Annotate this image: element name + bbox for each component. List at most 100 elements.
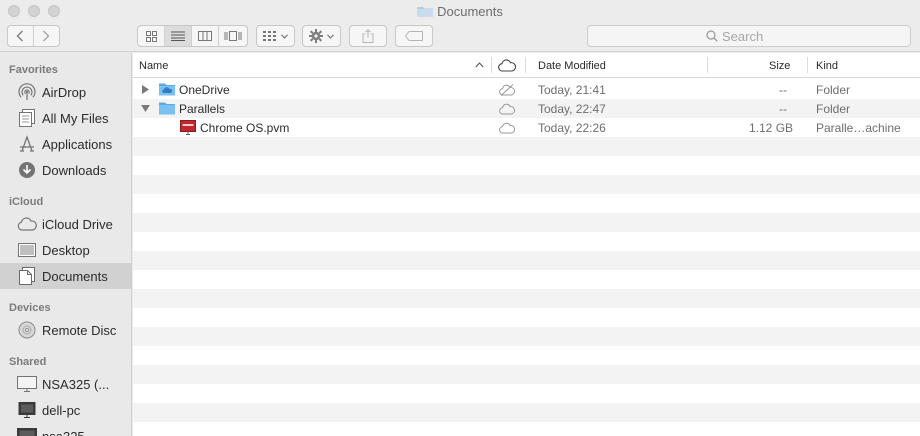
file-list: Name Date Modified Size Kind OneDrive To… [133,53,920,436]
empty-row [133,327,920,346]
empty-row [133,384,920,403]
sidebar-item-nsa325[interactable]: nsa325 [0,423,131,436]
file-kind: Folder [816,83,851,97]
list-view-button[interactable] [165,26,192,46]
file-kind: Folder [816,102,851,116]
disclosure-right-icon[interactable] [142,85,149,94]
sidebar-section-icloud: iCloud [9,196,44,208]
disc-icon [17,320,37,340]
folder-icon [159,83,175,96]
column-header-date-modified[interactable]: Date Modified [538,60,606,72]
folder-icon [159,102,175,115]
arrange-grid-icon [263,31,276,41]
sidebar-item-label: nsa325 [42,428,85,436]
cloud-slashed-icon [499,84,515,96]
gear-icon [309,29,323,43]
sidebar-item-icloud-drive[interactable]: iCloud Drive [0,211,131,237]
table-row[interactable]: OneDrive Today, 21:41 -- Folder [133,80,920,99]
column-divider[interactable] [525,57,526,73]
column-divider[interactable] [491,57,492,73]
file-size: -- [779,83,787,97]
sidebar-item-airdrop[interactable]: AirDrop [0,79,131,105]
empty-row [133,156,920,175]
sidebar-item-applications[interactable]: Applications [0,131,131,157]
sidebar-item-label: NSA325 (... [42,376,110,392]
file-name: Chrome OS.pvm [200,121,290,135]
cloud-icon [499,103,515,115]
empty-row [133,213,920,232]
file-name: OneDrive [179,83,230,97]
disclosure-down-icon[interactable] [141,105,150,112]
sidebar-item-label: All My Files [42,110,109,126]
icloud-status-column-icon[interactable] [498,59,516,72]
search-field[interactable] [587,25,911,47]
share-button[interactable] [349,25,387,47]
sidebar-section-shared: Shared [9,356,47,368]
empty-row [133,251,920,270]
sidebar-item-label: Desktop [42,242,90,258]
table-row[interactable]: Parallels Today, 22:47 -- Folder [133,99,920,118]
list-lines-icon [171,31,185,41]
empty-row [133,175,920,194]
desktop-icon [17,240,37,260]
chevron-left-icon [16,30,24,42]
pc-icon [17,400,37,420]
empty-row [133,365,920,384]
forward-button[interactable] [34,26,59,46]
monitor-icon [17,426,37,436]
columns-icon [198,31,212,41]
tag-icon [405,31,423,41]
search-input[interactable] [722,28,792,44]
sidebar-item-remote-disc[interactable]: Remote Disc [0,317,131,343]
column-view-button[interactable] [192,26,219,46]
action-button[interactable] [302,25,341,47]
parallels-vm-icon [180,120,196,135]
empty-row [133,194,920,213]
column-headers: Name Date Modified Size Kind [133,53,920,78]
sidebar-item-label: Documents [42,268,108,284]
cover-flow-button[interactable] [219,26,246,46]
title-bar: Documents [0,0,920,22]
sidebar-item-documents[interactable]: Documents [0,263,131,289]
airdrop-icon [17,82,37,102]
icon-view-button[interactable] [138,26,165,46]
date-modified: Today, 22:26 [538,121,606,135]
sidebar-item-all-my-files[interactable]: All My Files [0,105,131,131]
table-row[interactable]: Chrome OS.pvm Today, 22:26 1.12 GB Paral… [133,118,920,137]
file-size: -- [779,102,787,116]
icon-grid-icon [145,30,157,42]
sidebar-item-desktop[interactable]: Desktop [0,237,131,263]
sidebar-item-label: dell-pc [42,402,81,418]
file-size: 1.12 GB [749,121,794,135]
column-header-kind[interactable]: Kind [816,60,838,72]
sort-ascending-chevron-icon[interactable] [475,62,484,68]
sidebar-item-nsa325-share[interactable]: NSA325 (... [0,371,131,397]
sidebar-section-devices: Devices [9,302,51,314]
file-name: Parallels [179,102,226,116]
empty-row [133,289,920,308]
toolbar [0,22,920,52]
sidebar-item-label: Remote Disc [42,322,117,338]
empty-row [133,403,920,422]
sidebar-item-label: iCloud Drive [42,216,113,232]
all-files-icon [17,108,37,128]
date-modified: Today, 22:47 [538,102,606,116]
arrange-button[interactable] [256,25,295,47]
column-divider[interactable] [807,57,808,73]
back-button[interactable] [8,26,34,46]
column-header-size[interactable]: Size [769,60,790,72]
column-header-name[interactable]: Name [139,60,168,72]
cloud-icon [17,214,37,234]
column-divider[interactable] [707,57,708,73]
sidebar-section-favorites: Favorites [9,64,58,76]
search-icon [706,30,718,42]
empty-row [133,270,920,289]
sidebar-item-downloads[interactable]: Downloads [0,157,131,183]
edit-tags-button[interactable] [395,25,433,47]
window-title: Documents [0,4,920,19]
empty-row [133,346,920,365]
folder-icon [417,7,434,17]
sidebar: Favorites AirDrop All My Files Applicati… [0,53,132,436]
sidebar-item-dell-pc[interactable]: dell-pc [0,397,131,423]
sidebar-item-label: AirDrop [42,84,87,100]
